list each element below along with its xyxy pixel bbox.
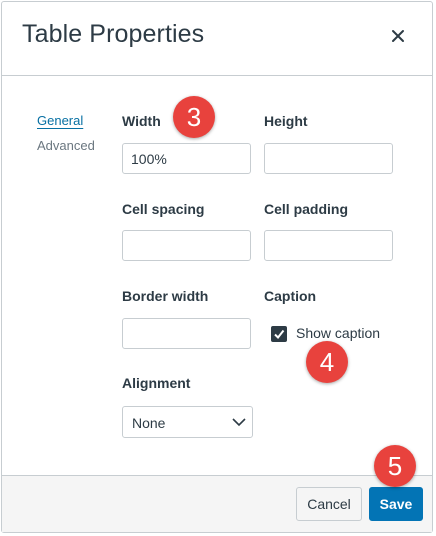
annotation-badge-3: 3 — [173, 96, 215, 138]
close-icon[interactable] — [388, 24, 408, 48]
height-input[interactable] — [264, 143, 393, 174]
show-caption-label[interactable]: Show caption — [296, 325, 380, 341]
dialog-header: Table Properties — [2, 2, 432, 76]
chevron-down-icon — [232, 418, 246, 427]
border-width-input[interactable] — [122, 318, 251, 349]
table-properties-dialog: Table Properties General Advanced Width … — [1, 1, 433, 533]
annotation-badge-4: 4 — [306, 341, 348, 383]
width-input[interactable] — [122, 143, 251, 174]
annotation-badge-5: 5 — [374, 445, 416, 487]
tab-general[interactable]: General — [37, 113, 83, 128]
width-label: Width — [122, 113, 161, 129]
height-label: Height — [264, 113, 308, 129]
show-caption-checkbox[interactable] — [271, 326, 287, 342]
cell-padding-input[interactable] — [264, 230, 393, 261]
cancel-button[interactable]: Cancel — [296, 487, 362, 521]
alignment-select[interactable]: None — [122, 406, 253, 438]
dialog-title: Table Properties — [22, 20, 205, 48]
save-button[interactable]: Save — [369, 487, 423, 521]
alignment-value: None — [132, 415, 166, 431]
cell-padding-label: Cell padding — [264, 201, 348, 217]
dialog-footer — [2, 475, 432, 532]
cell-spacing-input[interactable] — [122, 230, 251, 261]
alignment-label: Alignment — [122, 375, 191, 391]
tab-advanced[interactable]: Advanced — [37, 138, 95, 153]
cell-spacing-label: Cell spacing — [122, 201, 205, 217]
caption-label: Caption — [264, 288, 317, 304]
checkmark-icon — [274, 329, 285, 340]
border-width-label: Border width — [122, 288, 209, 304]
